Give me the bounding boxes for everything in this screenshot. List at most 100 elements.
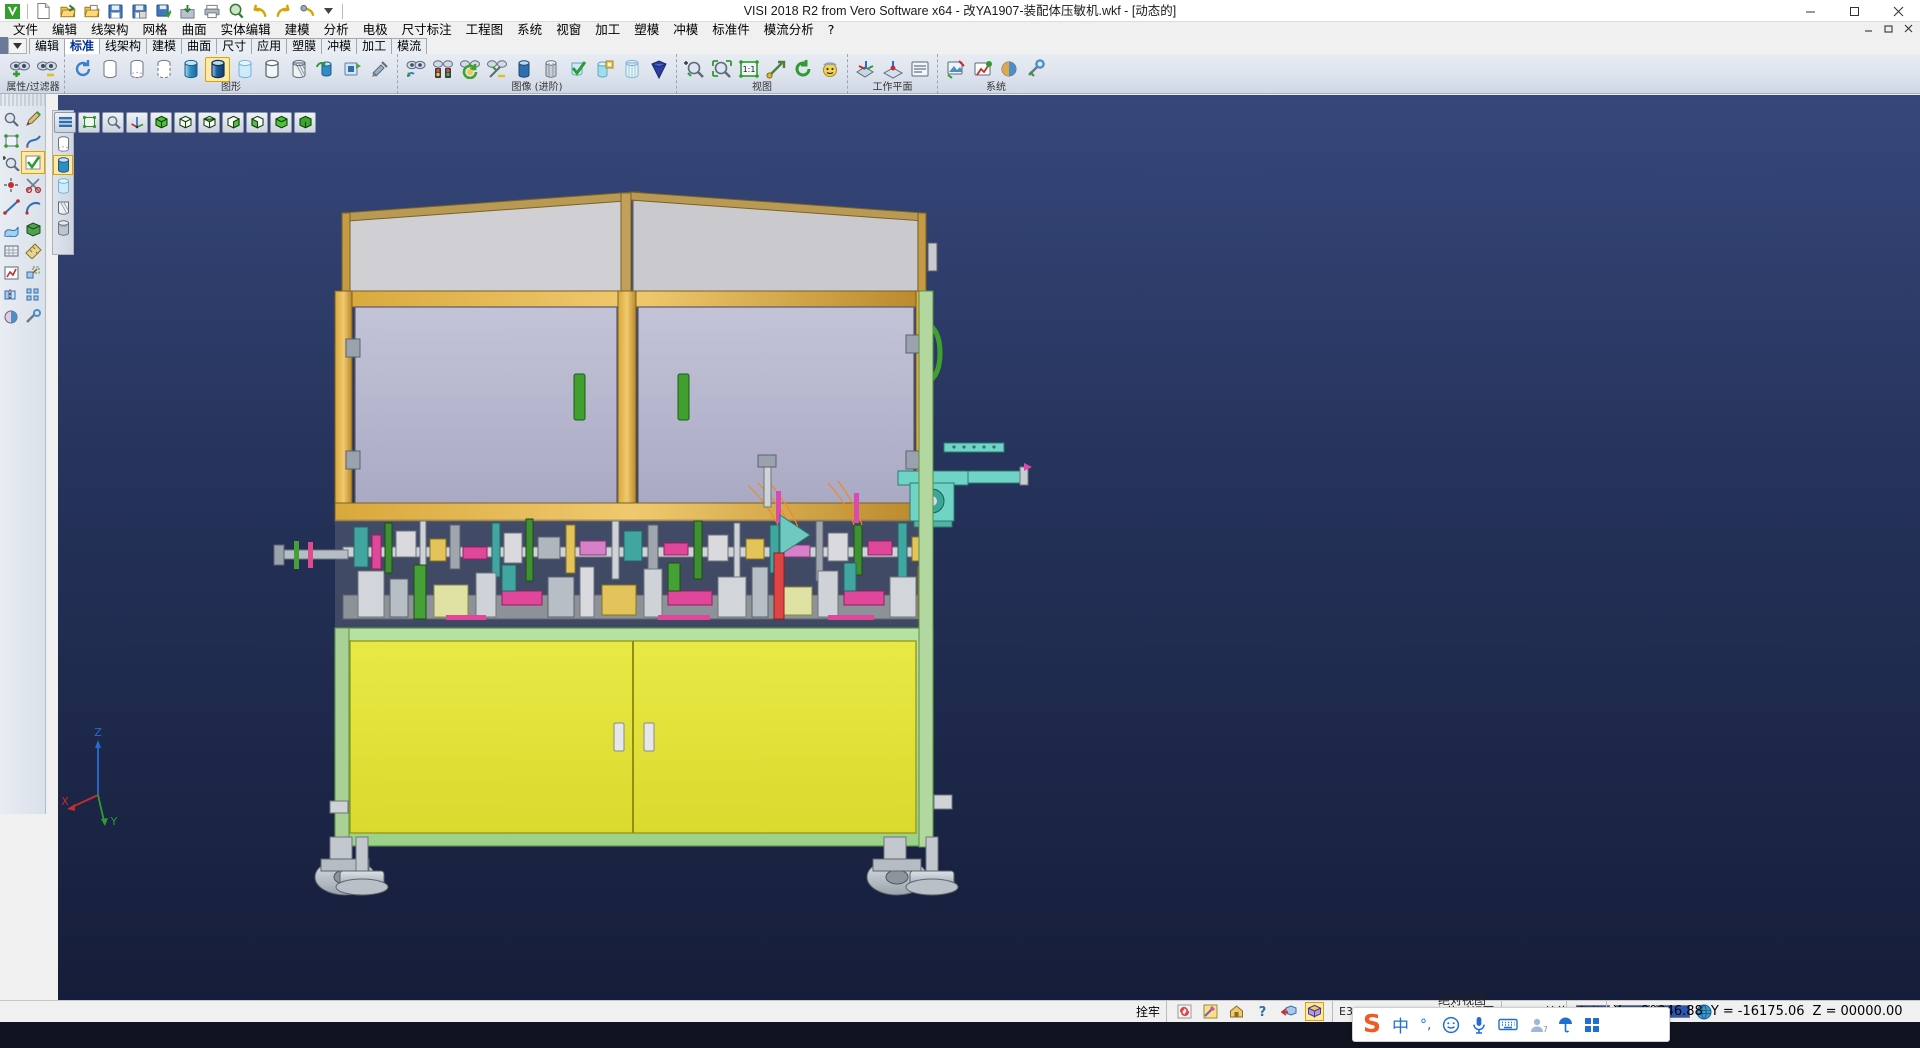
mesh-tool-icon[interactable] [0,240,22,261]
entity-select-icon[interactable] [1279,1002,1298,1021]
close-button[interactable] [1876,0,1920,22]
cad-viewport[interactable]: Z X Y [58,95,1920,1005]
zoom-tool-icon[interactable] [0,108,22,129]
tab-overflow-arrow[interactable] [8,38,27,54]
shade-icon[interactable] [178,57,203,82]
hidden-line-dash-icon[interactable] [151,57,176,82]
menu-solid-edit[interactable]: 实体编辑 [214,22,278,37]
line-tool-icon[interactable] [0,196,22,217]
fit-window-icon[interactable] [0,130,22,151]
mirror-tool-icon[interactable] [0,284,22,305]
menu-surface[interactable]: 曲面 [175,22,214,37]
transform-tool-icon[interactable] [22,262,44,283]
redo-icon[interactable] [273,2,294,20]
macro-icon[interactable] [297,2,318,20]
view-iso-icon[interactable] [150,112,172,133]
menu-standard-parts[interactable]: 标准件 [705,22,757,37]
tab-application[interactable]: 应用 [251,38,287,54]
trim-tool-icon[interactable] [22,174,44,195]
system-tools-icon[interactable] [1024,57,1049,82]
app-logo-icon[interactable] [3,2,22,20]
menu-file[interactable]: 文件 [6,22,45,37]
pan-icon[interactable] [763,57,788,82]
texture-icon[interactable] [592,57,617,82]
view-back-icon[interactable] [294,112,316,133]
ime-emoji-icon[interactable] [1442,1016,1460,1034]
ime-voice-icon[interactable] [1471,1016,1487,1034]
solid-display-icon[interactable] [646,57,671,82]
zoom-scale-icon[interactable]: 1:1 [736,57,761,82]
dynamic-cut-icon[interactable] [484,57,509,82]
menu-machining[interactable]: 加工 [588,22,627,37]
wireframe-shade-icon[interactable] [97,57,122,82]
curve-edit-icon[interactable] [22,130,44,151]
save-as-icon[interactable] [129,2,150,20]
check-shade-icon[interactable] [565,57,590,82]
mdi-close-button[interactable] [1903,23,1914,37]
axis-wcs-icon[interactable] [126,112,148,133]
menu-edit[interactable]: 编辑 [45,22,84,37]
menu-window[interactable]: 视窗 [549,22,588,37]
section-view-icon[interactable] [286,57,311,82]
customize-chevron-icon[interactable] [321,2,336,20]
shade-tone-icon[interactable] [538,57,563,82]
edit-pencil-icon[interactable] [22,108,44,129]
transparent-shade-icon[interactable] [232,57,257,82]
tab-flow[interactable]: 模流 [391,38,427,54]
export-icon[interactable] [177,2,198,20]
tab-dimension[interactable]: 尺寸 [216,38,252,54]
tab-standard[interactable]: 标准 [64,38,100,54]
surface-tool-icon[interactable] [0,218,22,239]
hidden-mode-icon[interactable] [53,134,73,154]
menu-wireframe[interactable]: 线架构 [84,22,136,37]
view-left-icon[interactable] [246,112,268,133]
analysis-tool-icon[interactable] [0,262,22,283]
minimize-button[interactable] [1788,0,1832,22]
regen-icon[interactable] [457,57,482,82]
render-icon[interactable] [340,57,365,82]
view-preview-icon[interactable] [817,57,842,82]
help-question-icon[interactable]: ? [1253,1002,1272,1021]
tab-die[interactable]: 冲模 [321,38,357,54]
traffic-light-icon[interactable] [430,57,455,82]
tab-machining[interactable]: 加工 [356,38,392,54]
open-file-icon[interactable] [57,2,78,20]
home-view-icon[interactable] [1227,1002,1246,1021]
dynamic-tools-icon[interactable] [403,57,428,82]
transparency-icon[interactable] [619,57,644,82]
visibility-eye-icon[interactable] [34,57,59,82]
layers-list-icon[interactable] [54,112,76,133]
maximize-button[interactable] [1832,0,1876,22]
menu-mesh[interactable]: 网格 [136,22,175,37]
graphic-settings-icon[interactable] [367,57,392,82]
view-front-icon[interactable] [174,112,196,133]
arc-tool-icon[interactable] [22,196,44,217]
system-units-icon[interactable] [970,57,995,82]
workplane-origin-icon[interactable] [880,57,905,82]
view-top-icon[interactable] [198,112,220,133]
section-mode-icon[interactable] [53,197,73,217]
view-bottom-icon[interactable] [270,112,292,133]
solid-tool-icon[interactable] [22,218,44,239]
ime-umbrella-icon[interactable] [1558,1016,1573,1034]
zoom-window-icon[interactable] [682,57,707,82]
measure-tool-icon[interactable] [22,240,44,261]
check-green-icon[interactable] [22,152,44,173]
save-icon[interactable] [105,2,126,20]
sogou-ime-bar[interactable]: S 中 °, 7 [1352,1007,1670,1042]
zoom-plus-icon[interactable] [0,152,22,173]
undo-icon[interactable] [249,2,270,20]
menu-electrode[interactable]: 电极 [356,22,395,37]
refresh-view-icon[interactable] [70,57,95,82]
menu-mould[interactable]: 塑模 [627,22,666,37]
attribute-add-icon[interactable] [7,57,32,82]
print-icon[interactable] [201,2,222,20]
tab-surface[interactable]: 曲面 [181,38,217,54]
workplane-list-icon[interactable] [907,57,932,82]
system-config-icon[interactable] [943,57,968,82]
ime-keyboard-icon[interactable] [1498,1017,1518,1032]
menu-die[interactable]: 冲模 [666,22,705,37]
ime-punctuation-icon[interactable]: °, [1420,1017,1431,1033]
tab-edit[interactable]: 编辑 [29,38,65,54]
toolbar-grip[interactable] [0,94,46,106]
